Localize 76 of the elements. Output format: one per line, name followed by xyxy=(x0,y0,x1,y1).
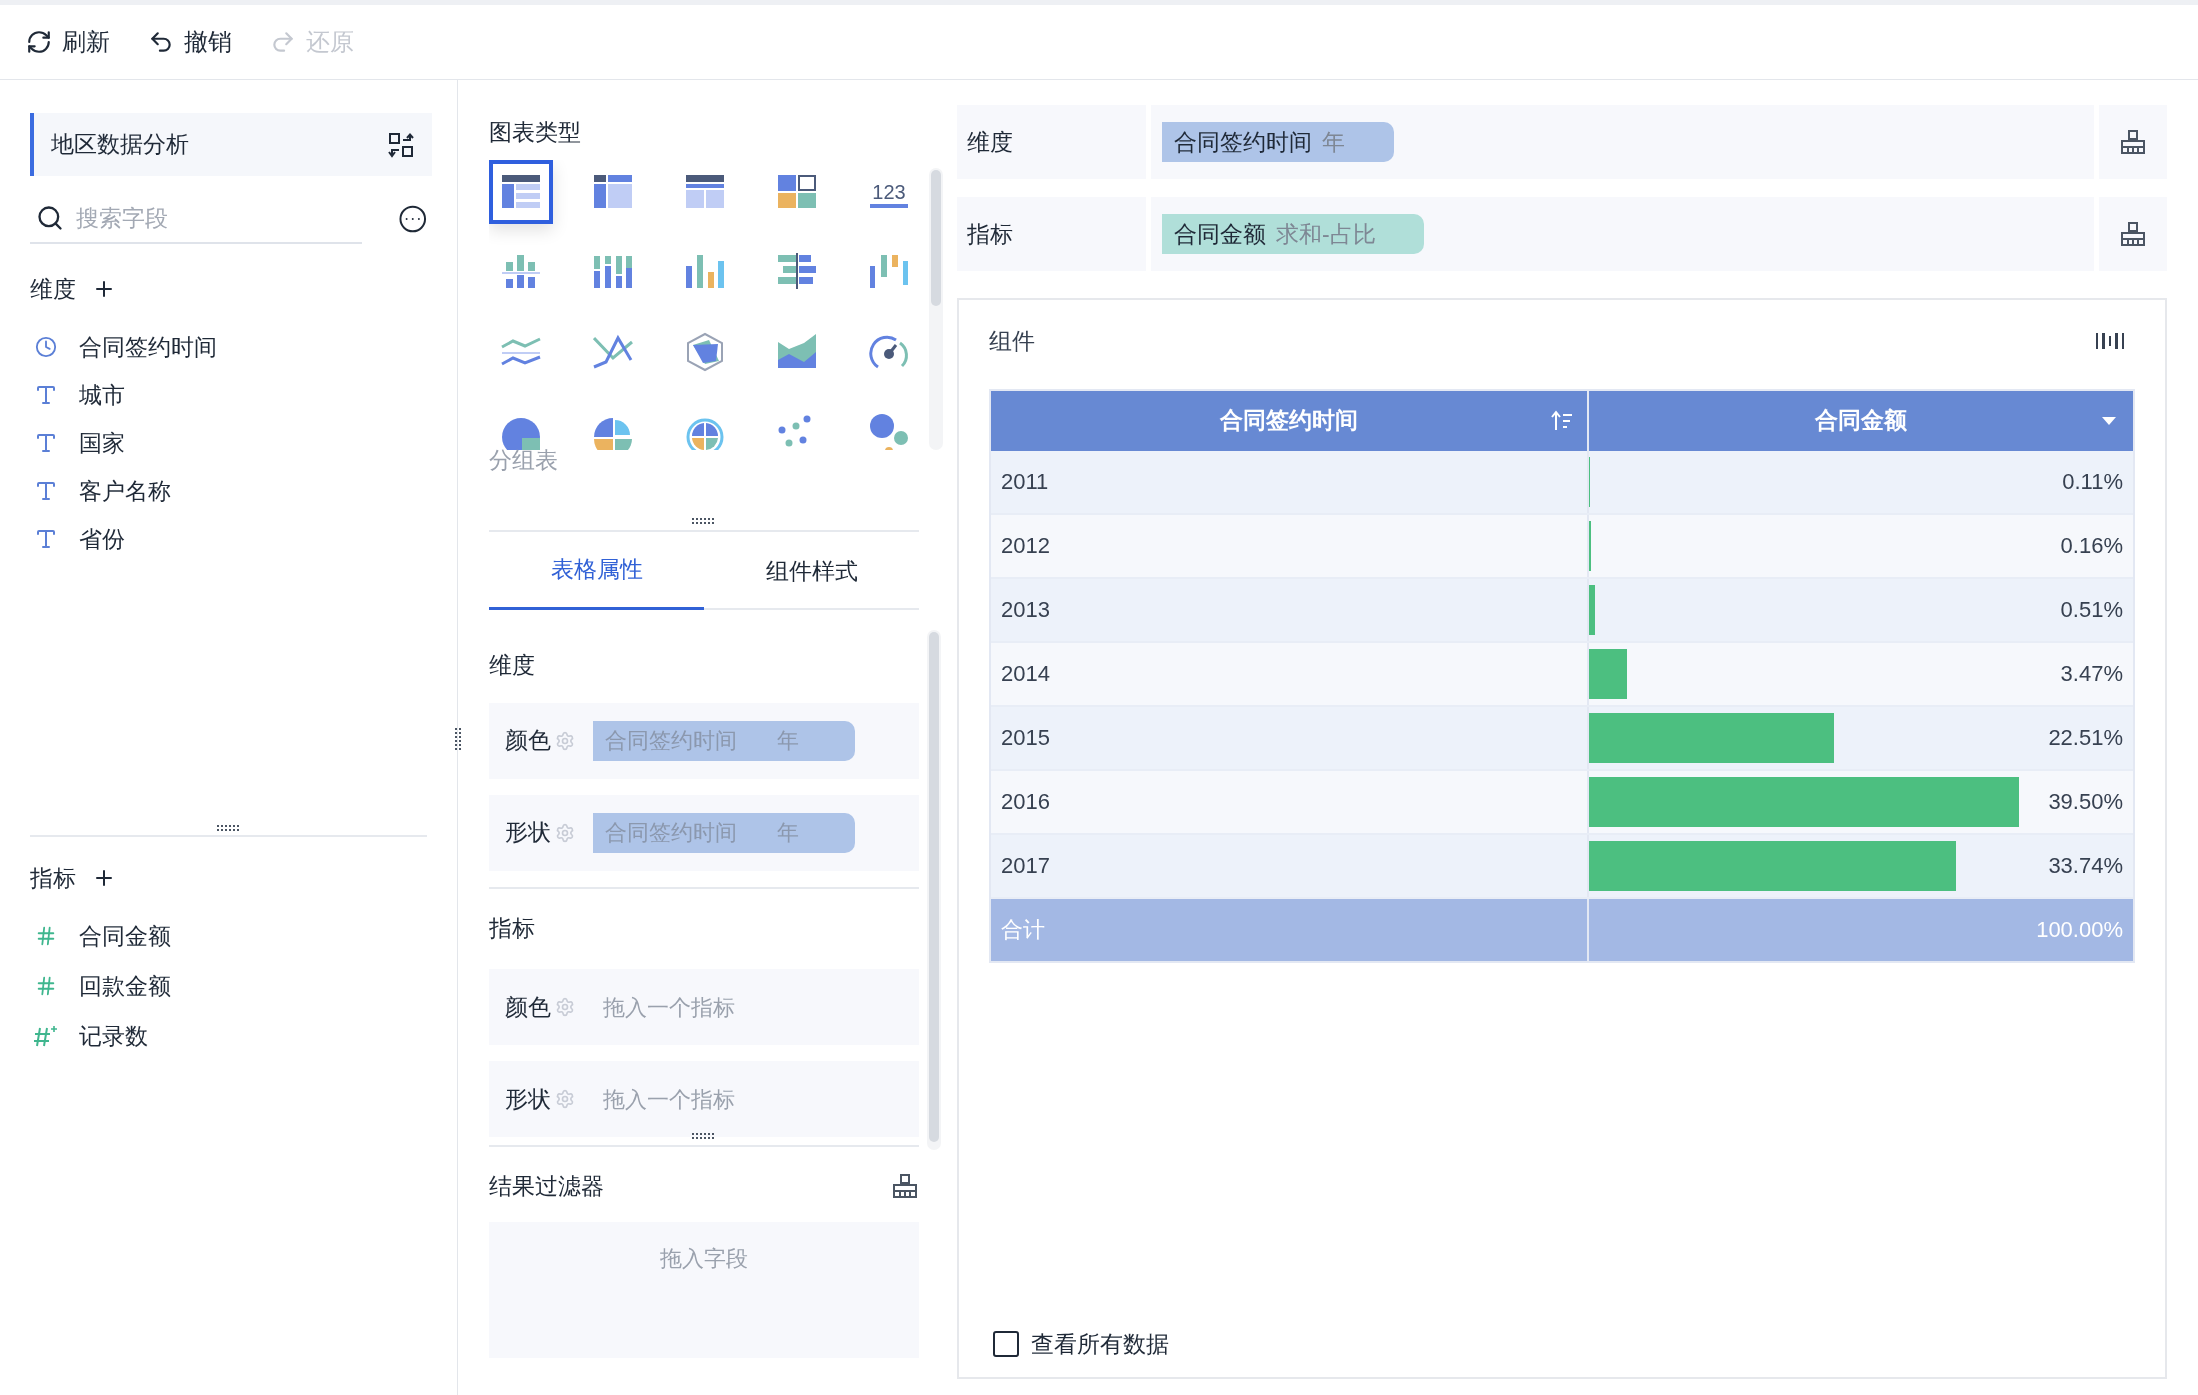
scrollbar[interactable] xyxy=(927,630,941,1150)
shelf-label: 维度 xyxy=(967,127,1013,157)
table-cell-text: 100.00% xyxy=(2035,916,2124,944)
table-cell-text: 0.16% xyxy=(2060,532,2123,560)
slot-label: 形状 xyxy=(505,1084,552,1114)
bubbles-chart-icon xyxy=(869,412,909,450)
field-item[interactable]: 合同签约时间 xyxy=(79,332,217,361)
toolbar-button[interactable]: 撤销 xyxy=(148,24,232,60)
field-pill[interactable]: 合同金额 求和-占比 xyxy=(1162,214,1424,254)
slot-label: 形状 xyxy=(505,818,552,848)
drag-handle[interactable] xyxy=(215,825,242,831)
field-item[interactable]: 回款金额 xyxy=(79,971,171,1000)
table-cell: 合计 xyxy=(991,898,1589,961)
slot-label: 颜色 xyxy=(505,726,552,756)
resize-handle[interactable] xyxy=(455,728,461,750)
tab[interactable]: 组件样式 xyxy=(704,532,919,610)
shelf-label: 指标 xyxy=(967,219,1013,249)
broom-icon[interactable] xyxy=(891,1172,919,1201)
table-cell-text: 0.11% xyxy=(2062,468,2123,496)
field-item[interactable]: 国家 xyxy=(79,428,125,457)
table-cell-text: 33.74% xyxy=(2048,852,2123,880)
table-cell-text: 22.51% xyxy=(2048,724,2123,752)
search-icon xyxy=(36,204,64,232)
checkbox-label[interactable]: 查看所有数据 xyxy=(1031,1326,1169,1361)
section-title: 图表类型 xyxy=(489,118,582,146)
redo-icon xyxy=(270,29,296,55)
section-title: 指标 xyxy=(30,864,76,893)
clock-icon xyxy=(35,335,57,358)
caret-icon[interactable] xyxy=(2101,414,2117,427)
tab[interactable]: 表格属性 xyxy=(489,532,704,610)
slot-label: 颜色 xyxy=(505,992,552,1022)
sort-icon[interactable] xyxy=(1551,409,1573,432)
scrollbar[interactable] xyxy=(929,168,943,450)
table-cell-text: 3.47% xyxy=(2060,660,2123,688)
drop-hint: 拖入一个指标 xyxy=(603,1085,735,1114)
drop-hint: 拖入一个指标 xyxy=(603,993,735,1022)
chart-type-caption: 分组表 xyxy=(489,446,559,474)
table-cell: 2016 xyxy=(991,770,1589,833)
undo-icon xyxy=(148,29,174,55)
hash-star-icon xyxy=(33,1023,59,1048)
broom-icon[interactable] xyxy=(2119,128,2147,156)
field-pill[interactable]: 合同签约时间 年 xyxy=(1162,122,1394,162)
table-cell-text: 0.51% xyxy=(2060,596,2123,624)
table-cell-text: 39.50% xyxy=(2048,788,2123,816)
component-title: 组件 xyxy=(989,327,1035,356)
swap-layout-icon[interactable] xyxy=(388,131,414,158)
refresh-icon xyxy=(26,29,52,55)
chart-type-option[interactable]: 123 xyxy=(857,160,921,224)
field-item[interactable]: 合同金额 xyxy=(79,921,171,950)
table-cell: 2013 xyxy=(991,578,1589,641)
toolbar-button[interactable]: 刷新 xyxy=(26,24,110,60)
table-cell: 2011 xyxy=(991,450,1589,513)
table-cell: 2015 xyxy=(991,706,1589,769)
more-icon[interactable] xyxy=(397,204,427,234)
radar-chart-icon xyxy=(685,332,725,372)
field-item[interactable]: 客户名称 xyxy=(79,476,171,505)
search-field[interactable]: 搜索字段 xyxy=(76,200,336,236)
field-item[interactable]: 记录数 xyxy=(79,1021,148,1050)
section-title: 结果过滤器 xyxy=(489,1172,604,1201)
section-title: 指标 xyxy=(489,913,536,943)
hash-icon xyxy=(35,974,57,997)
field-item[interactable]: 城市 xyxy=(79,380,125,409)
table-cell: 2014 xyxy=(991,642,1589,705)
hash-icon xyxy=(35,924,57,947)
section-title: 维度 xyxy=(489,651,536,680)
checkbox[interactable] xyxy=(993,1330,1019,1357)
dataset-title: 地区数据分析 xyxy=(51,130,189,160)
field-item[interactable]: 省份 xyxy=(79,524,125,553)
mirror-bars-chart-icon xyxy=(777,252,817,292)
table-cell: 2017 xyxy=(991,834,1589,897)
table-cell: 2012 xyxy=(991,514,1589,577)
drag-handle[interactable] xyxy=(691,1133,717,1139)
chart-type-option[interactable] xyxy=(489,160,553,224)
broom-icon[interactable] xyxy=(2119,220,2147,248)
section-title: 维度 xyxy=(30,275,76,304)
drag-handle[interactable] xyxy=(691,518,717,524)
